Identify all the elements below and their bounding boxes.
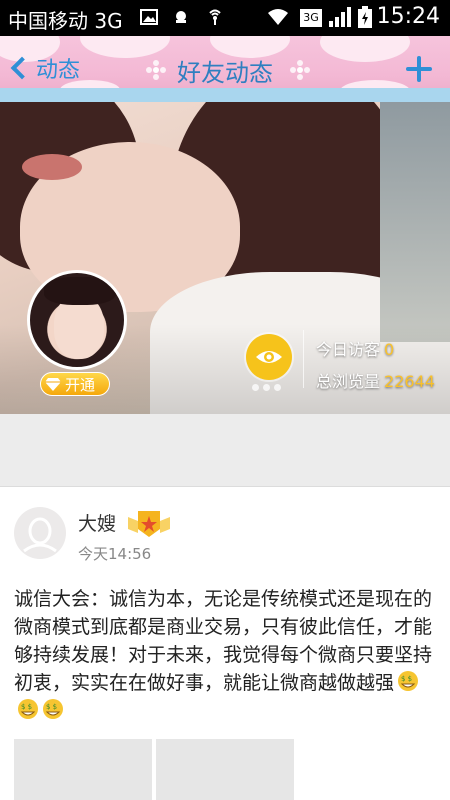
feed-post: 大嫂 今天14:56 诚信大会：诚信为本，无论是传统模式还是现在的微商模式到底都… [0, 486, 450, 800]
eye-icon [256, 351, 282, 363]
add-icon[interactable] [406, 56, 432, 82]
money-grin-emoji: $ $ [398, 671, 419, 691]
pager-dots [252, 384, 285, 391]
title-bar: 动态 好友动态 [0, 36, 450, 102]
post-text: 诚信大会：诚信为本，无论是传统模式还是现在的微商模式到底都是商业交易，只有彼此信… [14, 588, 433, 694]
avatar-hair [44, 277, 116, 305]
wifi-signal-icon [209, 9, 221, 25]
pager-dot [252, 384, 259, 391]
today-visitors[interactable]: 今日访客 0 [316, 336, 394, 360]
default-avatar-icon[interactable] [14, 507, 66, 559]
network-type-badge: 3G [300, 9, 322, 27]
image-notification-icon [140, 9, 158, 25]
carrier-label: 中国移动 3G [8, 9, 123, 33]
post-author[interactable]: 大嫂 [78, 509, 116, 536]
post-time: 今天14:56 [78, 545, 152, 563]
post-image-thumbnail[interactable] [14, 739, 152, 800]
total-views[interactable]: 总浏览量 22644 [316, 368, 435, 392]
pager-dot [263, 384, 270, 391]
sky-strip [0, 88, 450, 102]
post-body: 诚信大会：诚信为本，无论是传统模式还是现在的微商模式到底都是商业交易，只有彼此信… [14, 585, 434, 725]
diamond-icon [45, 378, 61, 391]
cover-photo-background [380, 102, 450, 342]
rank-badge-icon [128, 511, 170, 537]
vip-label: 开通 [65, 375, 96, 394]
clock: 15:24 [376, 4, 440, 29]
svg-text:$ $: $ $ [401, 675, 412, 683]
total-views-value: 22644 [384, 372, 435, 391]
today-visitors-label: 今日访客 [316, 340, 381, 359]
wifi-icon [268, 9, 288, 25]
status-bar: 中国移动 3G 3G 15:24 [0, 0, 450, 36]
stats-divider [303, 330, 304, 388]
total-views-label: 总浏览量 [316, 372, 381, 391]
svg-text:$ $: $ $ [46, 703, 57, 711]
key-notification-icon [176, 11, 186, 23]
pager-dot [274, 384, 281, 391]
cover-photo-lips [22, 154, 82, 180]
post-image-thumbnail[interactable] [156, 739, 294, 800]
money-grin-emoji: $ $ [18, 699, 38, 719]
cell-signal-icon [329, 7, 351, 27]
battery-icon [358, 6, 372, 28]
profile-avatar[interactable] [27, 270, 127, 370]
svg-text:$ $: $ $ [21, 703, 32, 711]
visitor-eye-button[interactable] [246, 334, 292, 380]
today-visitors-value: 0 [384, 340, 395, 359]
vip-open-button[interactable]: 开通 [40, 372, 110, 396]
penguin-silhouette-icon [23, 517, 57, 553]
money-grin-emoji: $ $ [43, 699, 63, 719]
page-title: 好友动态 [177, 59, 273, 87]
